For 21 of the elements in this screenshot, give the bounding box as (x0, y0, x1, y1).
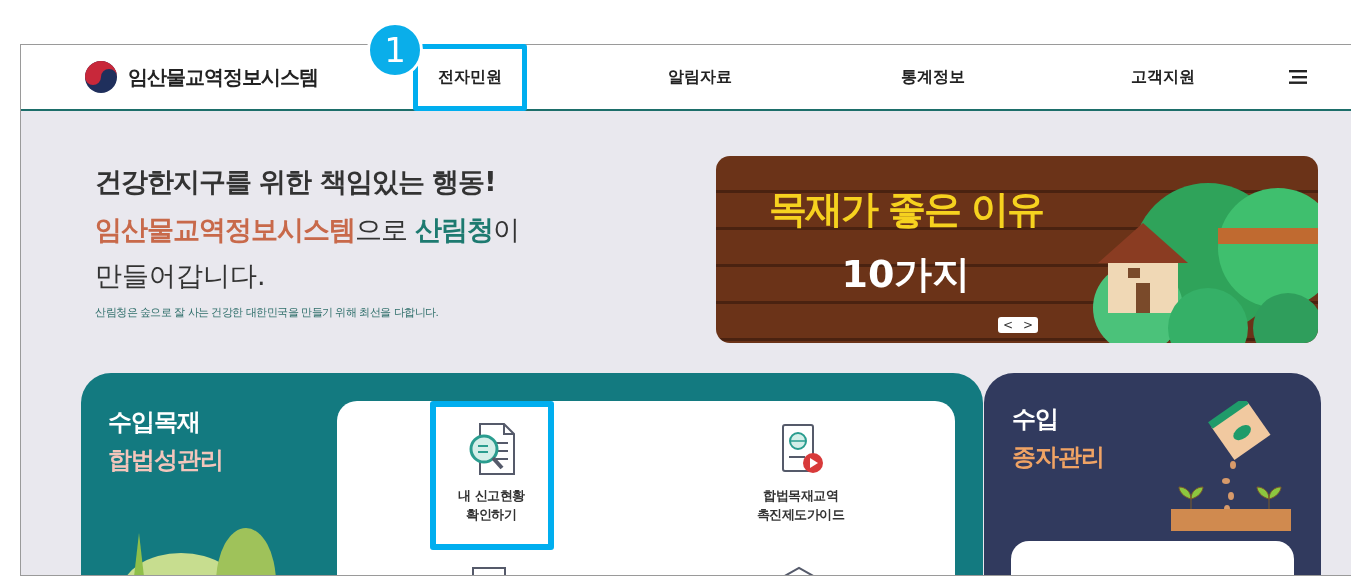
previous-slide-button[interactable]: < (998, 317, 1019, 333)
tile-label: 합법목재교역 촉진제도가이드 (756, 487, 845, 524)
card-title: 수입 (1012, 404, 1059, 435)
tile-label: 내 신고현황 확인하기 (458, 487, 525, 524)
nav-menu-item[interactable]: 알림자료 (643, 43, 757, 111)
hero-slogan-end: 만들어갑니다. (95, 259, 267, 293)
promo-banner[interactable]: 목재가 좋은 이유 10가지 < > (716, 156, 1318, 343)
card-title: 수입목재 (108, 407, 201, 438)
banner-title: 목재가 좋은 이유 (768, 186, 1044, 233)
emblem-icon (84, 60, 118, 94)
next-slide-button[interactable]: > (1018, 317, 1039, 333)
hero-subtitle: 산림청은 숲으로 잘 사는 건강한 대한민국을 만들기 위해 최선을 다합니다. (95, 306, 440, 320)
banner-subtitle: 10가지 (841, 251, 971, 298)
nav-menu-item[interactable]: 고객지원 (1105, 43, 1220, 111)
site-logo-text[interactable]: 임산물교역정보시스템 (128, 63, 318, 91)
nav-menu-item[interactable]: 통계정보 (875, 43, 990, 111)
card-subtitle: 종자관리 (1012, 442, 1105, 473)
hero-slogan: 임산물교역정보시스템으로 산림청이 (95, 213, 520, 247)
service-tile[interactable]: 내 신고현황 확인하기 (429, 401, 554, 550)
hero-headline: 건강한지구를 위한 책임있는 행동! (95, 165, 497, 199)
card-subtitle: 합법성관리 (108, 445, 224, 476)
